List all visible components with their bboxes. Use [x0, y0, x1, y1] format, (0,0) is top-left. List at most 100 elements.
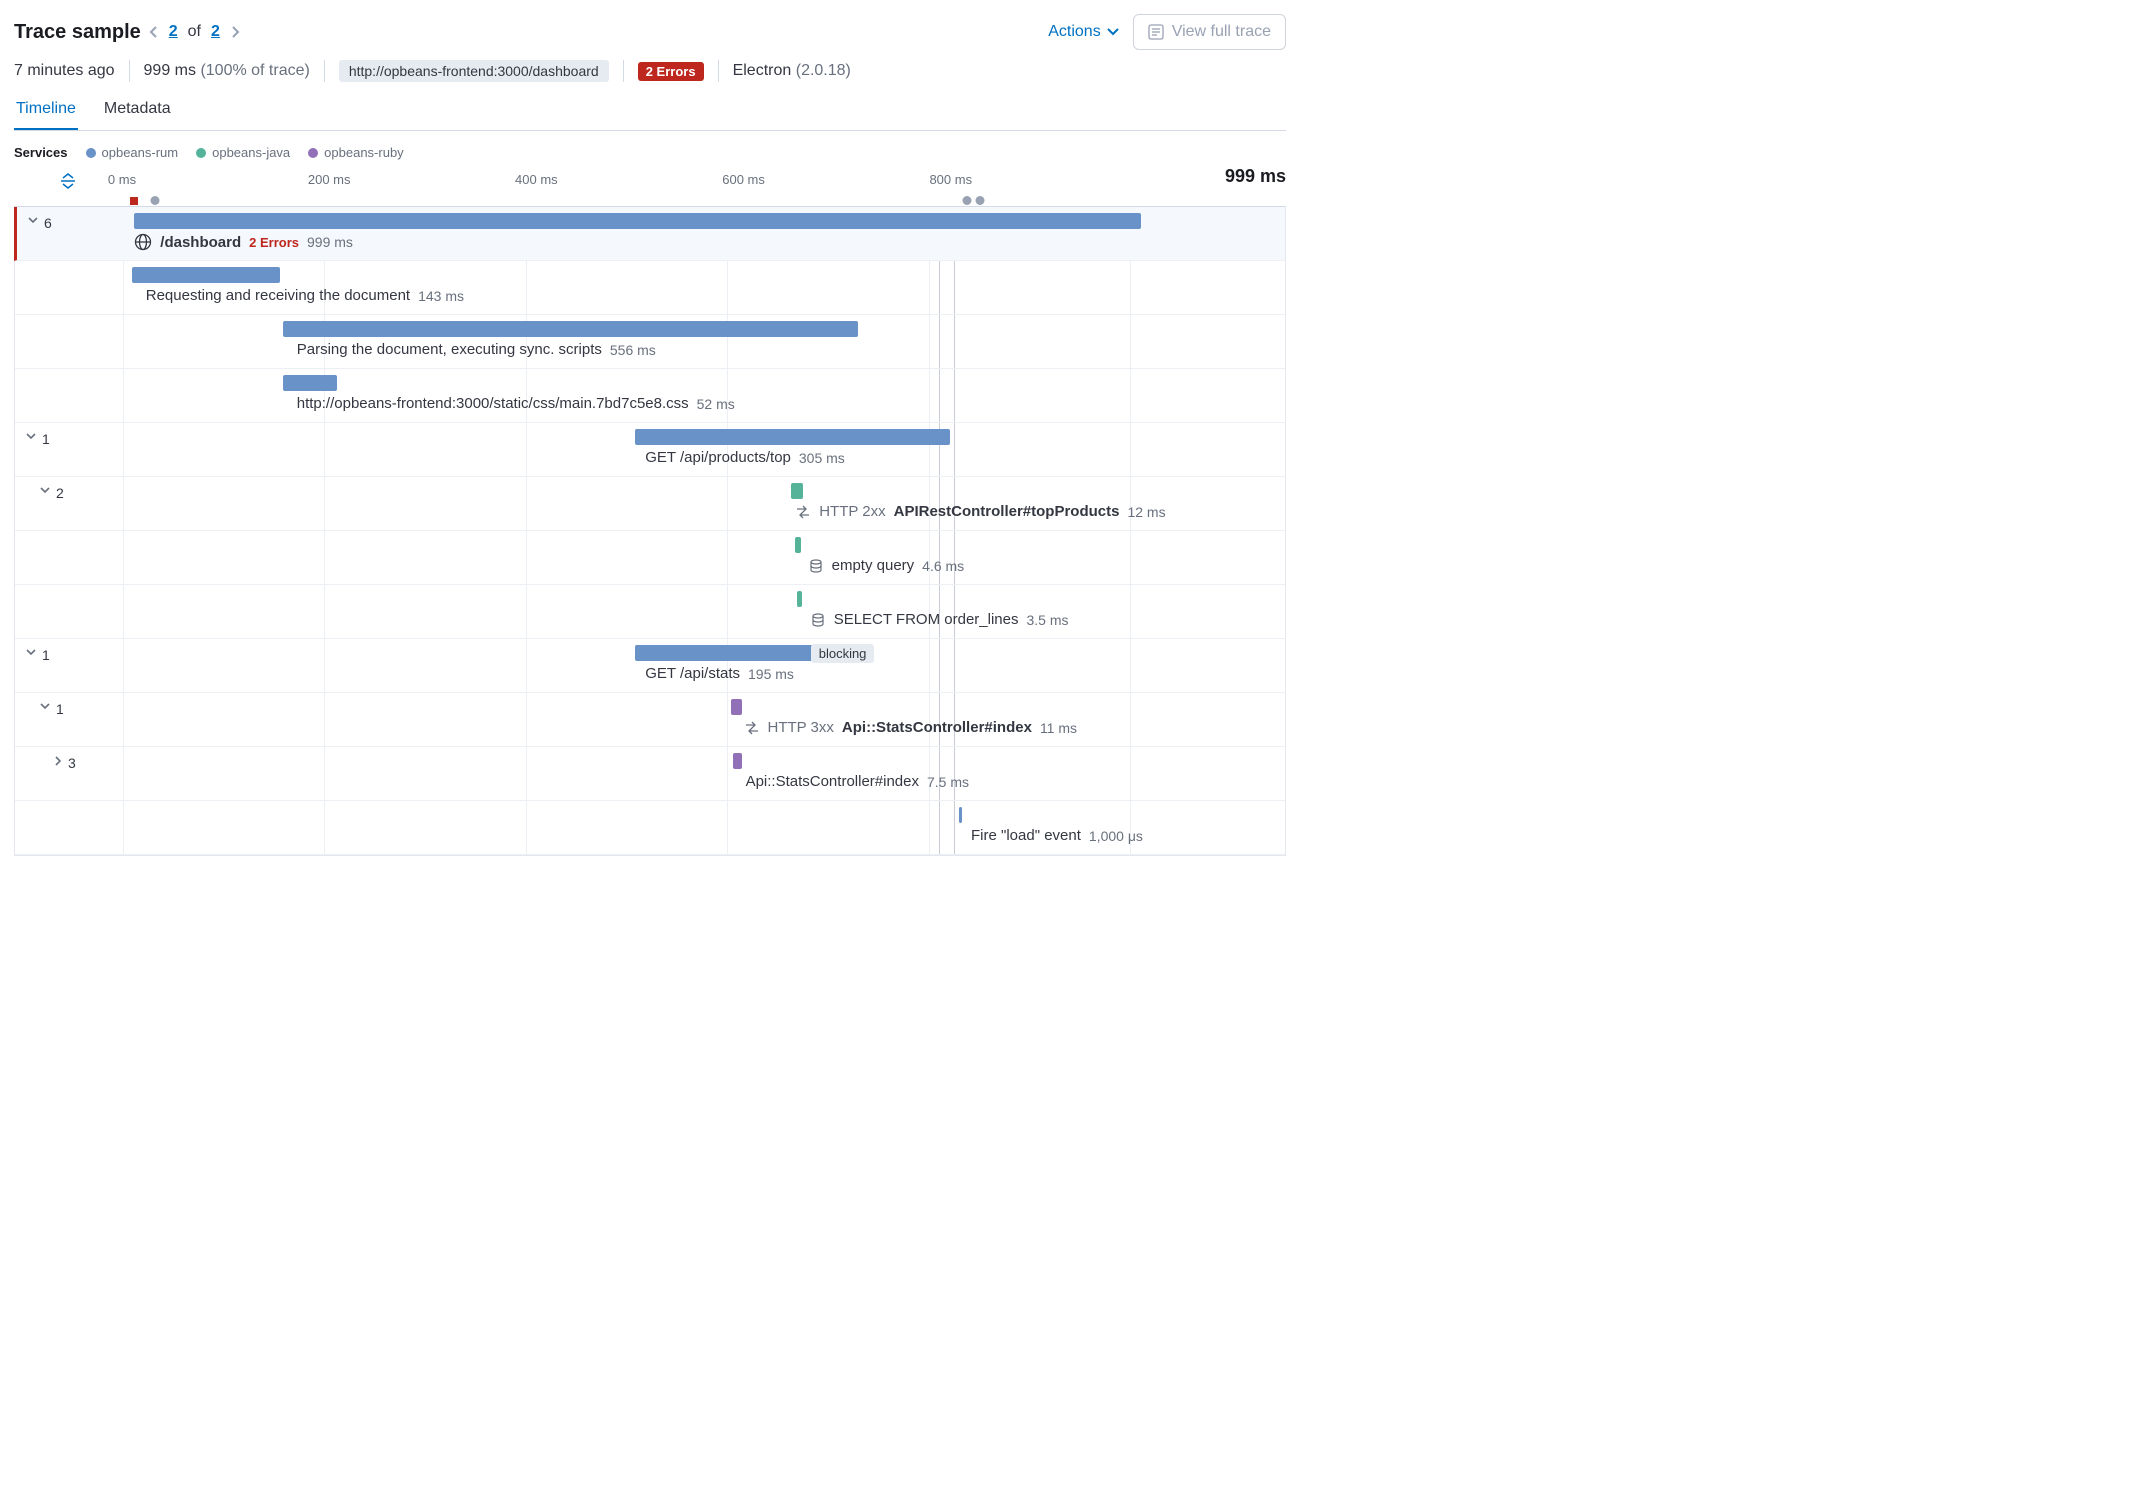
legend-dot [308, 148, 318, 158]
event-marker[interactable] [975, 196, 984, 205]
row-gutter: 1 [15, 423, 123, 476]
row-gutter: 3 [15, 747, 123, 800]
span-row[interactable]: Fire "load" event1,000 μs [15, 801, 1285, 855]
pager-prev-icon[interactable] [149, 25, 159, 39]
span-row[interactable]: SELECT FROM order_lines3.5 ms [15, 585, 1285, 639]
meta-divider [324, 60, 325, 82]
span-name: Api::StatsController#index [842, 719, 1032, 736]
legend-label: Services [14, 145, 68, 160]
transaction-icon [744, 720, 760, 736]
span-errors[interactable]: 2 Errors [249, 235, 299, 250]
span-bar[interactable] [134, 213, 1141, 229]
page-title: Trace sample [14, 21, 141, 44]
span-row[interactable]: empty query 4.6 ms [15, 531, 1285, 585]
row-caret-icon[interactable] [39, 701, 51, 711]
legend-name: opbeans-java [212, 145, 290, 160]
header-right: Actions View full trace [1048, 14, 1286, 50]
span-name: empty query [832, 557, 915, 574]
tabs: Timeline Metadata [14, 90, 1286, 131]
pager-next-icon[interactable] [230, 25, 240, 39]
header-left: Trace sample 2 of 2 [14, 21, 240, 44]
span-label-line: HTTP 2xxAPIRestController#topProducts12 … [795, 503, 1165, 520]
span-duration: 4.6 ms [922, 558, 964, 574]
span-label-line: GET /api/stats195 ms [645, 665, 794, 682]
span-row[interactable]: Requesting and receiving the document143… [15, 261, 1285, 315]
span-bar[interactable] [283, 375, 337, 391]
row-caret-icon[interactable] [25, 647, 37, 657]
timeline: 999 ms 0 ms200 ms400 ms600 ms800 ms 6/da… [14, 166, 1286, 856]
axis-tick: 400 ms [515, 172, 558, 187]
row-caret-icon[interactable] [27, 215, 39, 225]
row-gutter [15, 585, 123, 638]
span-prefix: HTTP 3xx [768, 719, 834, 736]
span-row[interactable]: 6/dashboard2 Errors999 ms [14, 207, 1285, 261]
span-row[interactable]: Parsing the document, executing sync. sc… [15, 315, 1285, 369]
errors-badge[interactable]: 2 Errors [638, 62, 704, 81]
span-row[interactable]: 3 Api::StatsController#index7.5 ms [15, 747, 1285, 801]
sample-pager: 2 of 2 [149, 23, 240, 41]
row-caret-icon[interactable] [53, 755, 63, 767]
span-bar[interactable] [132, 267, 280, 283]
row-child-count: 2 [56, 485, 64, 501]
row-body: /dashboard2 Errors999 ms [125, 207, 1285, 260]
span-bar[interactable] [733, 753, 742, 769]
span-label-line: HTTP 3xxApi::StatsController#index11 ms [744, 719, 1078, 736]
pager-total[interactable]: 2 [211, 23, 220, 41]
span-label-line: Parsing the document, executing sync. sc… [297, 341, 656, 358]
view-full-trace-button[interactable]: View full trace [1133, 14, 1286, 50]
tab-metadata[interactable]: Metadata [102, 90, 173, 130]
row-caret-icon[interactable] [39, 485, 51, 495]
row-body: Api::StatsController#index7.5 ms [123, 747, 1285, 800]
span-rows: 6/dashboard2 Errors999 msRequesting and … [14, 206, 1286, 856]
event-marker[interactable] [963, 196, 972, 205]
span-duration: 305 ms [799, 450, 845, 466]
span-name: Parsing the document, executing sync. sc… [297, 341, 602, 358]
row-caret-icon[interactable] [25, 431, 37, 441]
span-row[interactable]: 1GET /api/products/top305 ms [15, 423, 1285, 477]
tab-timeline[interactable]: Timeline [14, 90, 78, 130]
row-child-count: 1 [56, 701, 64, 717]
span-bar[interactable] [791, 483, 803, 499]
span-tag: blocking [811, 644, 875, 663]
span-bar[interactable] [635, 645, 837, 661]
row-gutter [15, 531, 123, 584]
trace-icon [1148, 24, 1164, 40]
legend-name: opbeans-rum [102, 145, 179, 160]
actions-dropdown[interactable]: Actions [1048, 23, 1118, 41]
legend-item[interactable]: opbeans-java [196, 145, 290, 160]
trace-url-chip[interactable]: http://opbeans-frontend:3000/dashboard [339, 60, 609, 82]
span-bar[interactable] [283, 321, 858, 337]
span-bar[interactable] [797, 591, 802, 607]
span-row[interactable]: http://opbeans-frontend:3000/static/css/… [15, 369, 1285, 423]
span-label-line: Requesting and receiving the document143… [146, 287, 464, 304]
span-name: Api::StatsController#index [746, 773, 919, 790]
row-body: Fire "load" event1,000 μs [123, 801, 1285, 854]
meta-row: 7 minutes ago 999 ms (100% of trace) htt… [14, 60, 1286, 82]
transaction-icon [795, 504, 811, 520]
marker-row [14, 196, 1286, 206]
error-marker[interactable] [130, 197, 138, 205]
row-body: SELECT FROM order_lines3.5 ms [123, 585, 1285, 638]
span-bar[interactable] [731, 699, 742, 715]
span-label-line: http://opbeans-frontend:3000/static/css/… [297, 395, 735, 412]
span-row[interactable]: 1HTTP 3xxApi::StatsController#index11 ms [15, 693, 1285, 747]
row-body: http://opbeans-frontend:3000/static/css/… [123, 369, 1285, 422]
row-child-count: 6 [44, 215, 52, 231]
legend-item[interactable]: opbeans-ruby [308, 145, 404, 160]
span-bar[interactable] [795, 537, 801, 553]
span-label-line: Api::StatsController#index7.5 ms [746, 773, 969, 790]
span-bar[interactable] [635, 429, 950, 445]
meta-divider [129, 60, 130, 82]
row-body: Requesting and receiving the document143… [123, 261, 1285, 314]
span-row[interactable]: 1blockingGET /api/stats195 ms [15, 639, 1285, 693]
legend-item[interactable]: opbeans-rum [86, 145, 179, 160]
collapse-all-icon[interactable] [59, 173, 77, 189]
span-label-line: /dashboard2 Errors999 ms [134, 233, 353, 251]
span-row[interactable]: 2 HTTP 2xxAPIRestController#topProducts12… [15, 477, 1285, 531]
pager-current[interactable]: 2 [169, 23, 178, 41]
event-marker[interactable] [151, 196, 160, 205]
span-bar[interactable] [959, 807, 962, 823]
meta-divider [623, 60, 624, 82]
span-name: /dashboard [160, 234, 241, 251]
header-row: Trace sample 2 of 2 Actions View full tr… [14, 14, 1286, 50]
